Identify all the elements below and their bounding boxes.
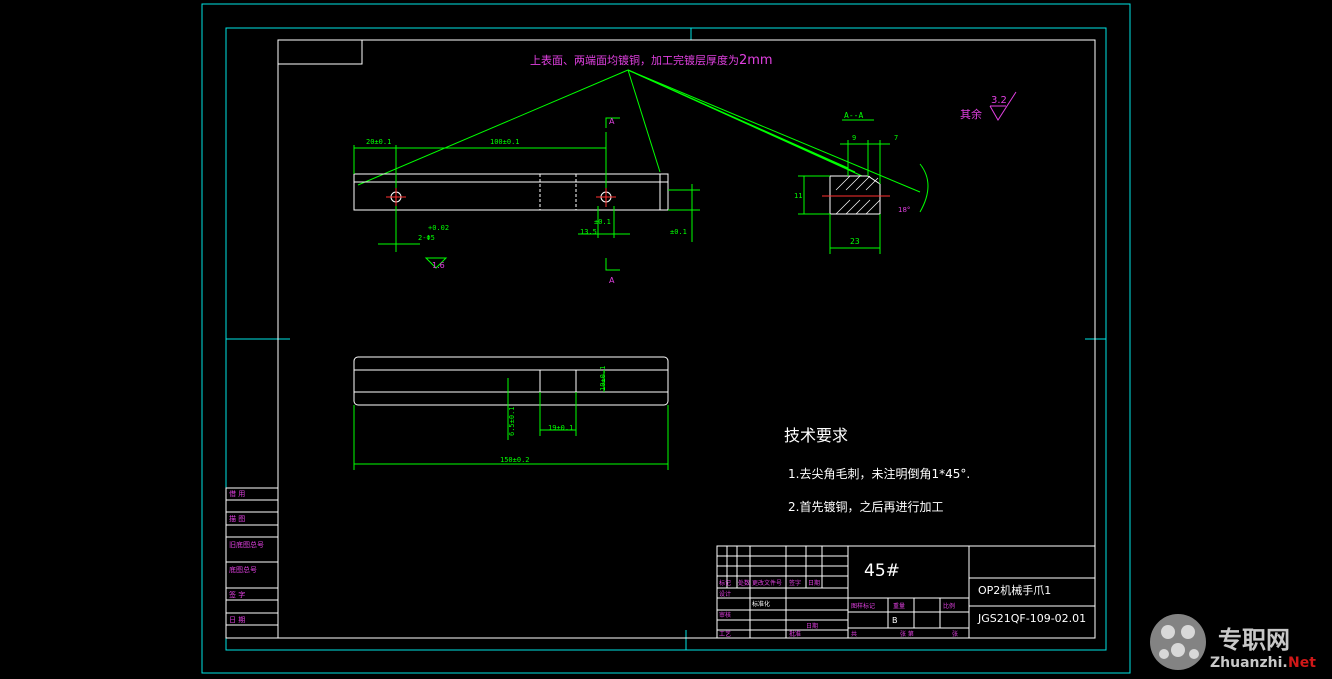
tb-total: 共 bbox=[851, 630, 857, 638]
watermark-net: Net bbox=[1288, 655, 1316, 671]
dim-front-tol: ±0.1 bbox=[594, 218, 611, 226]
tb-review: 审核 bbox=[719, 611, 731, 619]
watermark-cn: 专职网 bbox=[1218, 626, 1290, 654]
material-label: 45# bbox=[864, 561, 900, 581]
drawing-number: JGS21QF-109-02.01 bbox=[977, 612, 1086, 625]
tb-standard: 标准化 bbox=[752, 600, 770, 608]
section-mark-bottom: A bbox=[609, 276, 615, 285]
part-name: OP2机械手爪1 bbox=[978, 583, 1051, 597]
tech-item-2: 2.首先镀铜，之后再进行加工 bbox=[788, 499, 943, 514]
corner-box bbox=[277, 39, 363, 65]
dim-top-height: 10±0.1 bbox=[599, 366, 607, 391]
dim-front-mid: 100±0.1 bbox=[490, 138, 520, 146]
section-title: A--A bbox=[844, 111, 863, 120]
tb-change-doc: 更改文件号 bbox=[752, 579, 782, 587]
side-label-4: 底图总号 bbox=[229, 565, 257, 574]
tb-date: 日期 bbox=[808, 579, 820, 587]
side-strip: 借 用 描 图 旧底图总号 底图总号 签 字 日 期 bbox=[225, 487, 279, 639]
tb-sheet-of: 张 第 bbox=[900, 630, 914, 638]
dim-section-angle: 18° bbox=[898, 206, 910, 214]
tb-scale: 比例 bbox=[943, 602, 955, 610]
sheet-size: B bbox=[892, 616, 898, 625]
dim-section-7: 7 bbox=[894, 134, 898, 142]
drawing-frame bbox=[277, 39, 1096, 639]
dim-section-23: 23 bbox=[850, 237, 860, 246]
tb-weight: 重量 bbox=[893, 602, 905, 610]
tb-design: 设计 bbox=[719, 590, 731, 598]
side-label-1: 借 用 bbox=[229, 489, 245, 498]
dim-front-left: 20±0.1 bbox=[366, 138, 391, 146]
dim-top-depth: 6.5±0.1 bbox=[508, 406, 516, 436]
inner-border bbox=[225, 27, 1107, 651]
watermark-url: Zhuanzhi. bbox=[1210, 655, 1288, 671]
tb-stage: 图样标记 bbox=[851, 602, 875, 610]
section-mark-top: A bbox=[609, 117, 615, 126]
tech-item-1: 1.去尖角毛刺，未注明倒角1*45°. bbox=[788, 466, 970, 481]
tb-sign: 签字 bbox=[789, 579, 801, 587]
dim-top-slot: 19±0.1 bbox=[548, 424, 573, 432]
tb-process: 工艺 bbox=[719, 630, 731, 638]
tb-approve: 批准 bbox=[789, 630, 801, 638]
tb-date-2: 日期 bbox=[806, 622, 818, 630]
coating-note: 上表面、两端面均镀铜，加工完镀层厚度为2mm bbox=[530, 53, 773, 68]
dim-section-11: 11 bbox=[794, 192, 802, 200]
watermark: 专职网 Zhuanzhi. Net bbox=[1150, 614, 1316, 671]
side-label-3: 旧底图总号 bbox=[229, 540, 264, 549]
tb-page: 张 bbox=[952, 630, 958, 638]
tb-count: 处数 bbox=[738, 579, 750, 587]
dim-section-9: 9 bbox=[852, 134, 856, 142]
rough-front: 1.6 bbox=[432, 261, 445, 270]
dim-front-small: 13.5 bbox=[580, 228, 597, 236]
dim-top-total: 150±0.2 bbox=[500, 456, 530, 464]
roughness-value: 3.2 bbox=[991, 95, 1007, 106]
dim-front-side: ±0.1 bbox=[670, 228, 687, 236]
cad-drawing-canvas: 借 用 描 图 旧底图总号 底图总号 签 字 日 期 上表面、两端面均镀铜，加工… bbox=[201, 3, 1316, 674]
tb-mark: 标记 bbox=[719, 579, 731, 587]
front-view: 20±0.1 100±0.1 2-Φ5 +0.02 13.5 ±0.1 ±0.1… bbox=[353, 117, 700, 285]
tech-title: 技术要求 bbox=[784, 426, 848, 445]
side-label-2: 描 图 bbox=[229, 514, 245, 523]
top-view: 6.5±0.1 19±0.1 150±0.2 10±0.1 bbox=[353, 356, 669, 470]
roughness-label: 其余 bbox=[960, 107, 982, 121]
dim-hole-tol: +0.02 bbox=[428, 224, 449, 232]
side-label-6: 日 期 bbox=[229, 616, 245, 624]
side-label-5: 签 字 bbox=[229, 590, 245, 599]
section-view: A--A 9 7 23 11 18° bbox=[794, 111, 929, 254]
dim-hole-spec: 2-Φ5 bbox=[418, 234, 435, 242]
